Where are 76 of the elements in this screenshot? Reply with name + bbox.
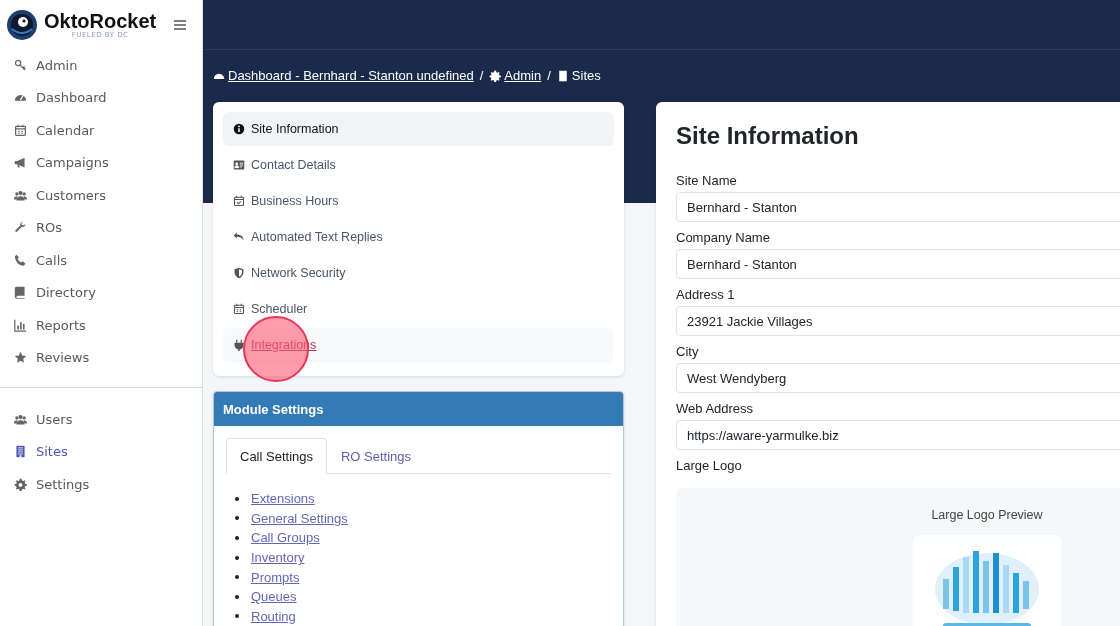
users-icon (14, 412, 27, 426)
shield-icon (233, 267, 245, 279)
site-nav-item[interactable]: Contact Details (223, 148, 614, 182)
menu-icon[interactable] (174, 19, 187, 30)
field-label: Company Name (676, 229, 771, 247)
field-label: Site Name (676, 172, 738, 190)
sidebar-item[interactable]: Users (0, 403, 202, 436)
breadcrumb-separator: / (547, 68, 551, 83)
breadcrumb-link[interactable]: Admin (489, 68, 542, 83)
settings-link[interactable]: Inventory (251, 550, 305, 566)
preview-caption: Large Logo Preview (931, 508, 1043, 522)
bullet-icon (235, 555, 239, 560)
input-field[interactable]: West Wendyberg (676, 363, 1120, 393)
sidebar-item[interactable]: Reviews (0, 341, 202, 374)
bullet-icon (235, 575, 239, 580)
megaphone-icon (14, 156, 27, 170)
bullet-icon (235, 614, 239, 619)
input-field[interactable]: Bernhard - Stanton (676, 249, 1120, 279)
settings-link[interactable]: Queues (251, 589, 297, 605)
sidebar-item[interactable]: Admin (0, 49, 202, 82)
calendar-check-icon (233, 195, 245, 207)
site-nav-item[interactable]: Site Information (223, 112, 614, 146)
calendar-icon (14, 123, 27, 137)
field-label: City (676, 343, 700, 361)
key-icon (14, 58, 27, 72)
sidebar-item[interactable]: Campaigns (0, 146, 202, 179)
breadcrumb-current[interactable]: Sites (556, 68, 601, 83)
sidebar-item[interactable]: Customers (0, 179, 202, 212)
site-nav-item[interactable]: Scheduler (223, 292, 614, 326)
sidebar-item[interactable]: Directory (0, 276, 202, 309)
sidebar-item[interactable]: Reports (0, 309, 202, 342)
sidebar-item[interactable]: Settings (0, 468, 202, 501)
sidebar-item[interactable]: Dashboard (0, 81, 202, 114)
site-nav-item[interactable]: Business Hours (223, 184, 614, 218)
input-field[interactable]: Bernhard - Stanton (676, 192, 1120, 222)
bullet-icon (235, 594, 239, 599)
phone-icon (14, 253, 27, 267)
input-field[interactable]: https://aware-yarmulke.biz (676, 420, 1120, 450)
calendar-icon (233, 303, 245, 315)
book-icon (14, 286, 27, 300)
sidebar-item[interactable]: Calls (0, 244, 202, 277)
input-field[interactable]: 23921 Jackie Villages (676, 306, 1120, 336)
gear-icon (14, 477, 27, 491)
site-nav-item[interactable]: Automated Text Replies (223, 220, 614, 254)
settings-link[interactable]: General Settings (251, 510, 348, 526)
logo-icon (6, 8, 38, 41)
building-icon (556, 69, 569, 82)
tab[interactable]: Call Settings (226, 438, 327, 474)
contact-card-icon (233, 159, 245, 171)
building-icon (14, 445, 27, 459)
logo-wordmark: OktoRocket (44, 10, 157, 32)
field-label: Address 1 (676, 286, 736, 304)
field-label: Large Logo (676, 457, 743, 475)
settings-link[interactable]: Prompts (251, 569, 300, 585)
users-icon (14, 188, 27, 202)
gear-icon (489, 69, 502, 82)
section-title: Site Information (676, 121, 860, 151)
sidebar-item[interactable]: Sites (0, 435, 202, 468)
breadcrumb-separator: / (479, 68, 484, 83)
tab[interactable]: RO Settings (327, 438, 426, 474)
card-header: Module Settings (214, 392, 623, 426)
info-icon (233, 123, 245, 135)
bar-chart-icon (14, 318, 27, 332)
field-label: Web Address (676, 400, 755, 418)
wrench-icon (14, 221, 27, 235)
bullet-icon (235, 536, 239, 540)
settings-link[interactable]: Call Groups (251, 530, 320, 546)
site-nav-item[interactable]: Network Security (223, 256, 614, 290)
bullet-icon (235, 496, 239, 501)
star-icon (14, 351, 27, 365)
breadcrumb-link[interactable]: Dashboard - Bernhard - Stanton undefined (213, 68, 474, 83)
sidebar-item[interactable]: ROs (0, 211, 202, 244)
settings-link[interactable]: Extensions (251, 491, 315, 507)
bullet-icon (235, 516, 239, 521)
settings-link[interactable]: Routing (251, 608, 296, 624)
sidebar-item[interactable]: Calendar (0, 114, 202, 147)
